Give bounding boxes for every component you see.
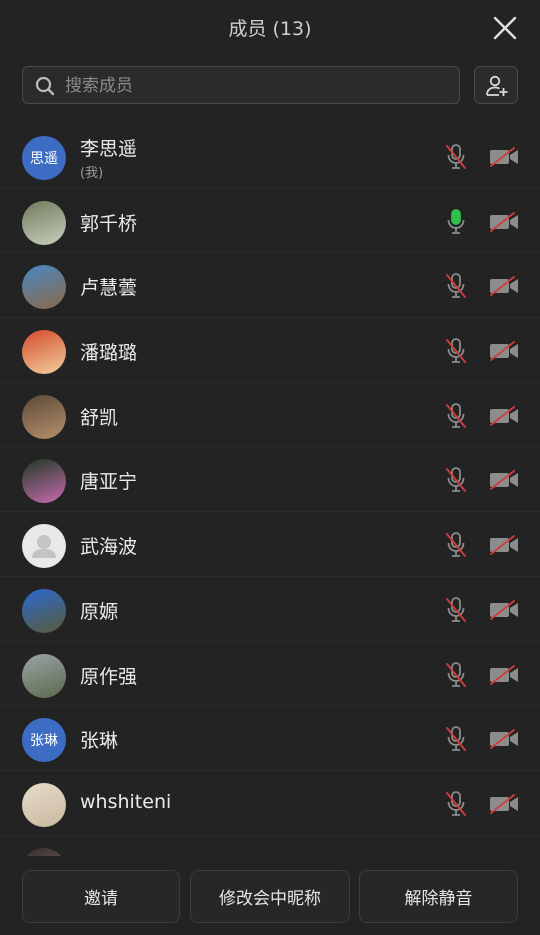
member-name: 卢慧蕓: [80, 277, 138, 300]
avatar: 张琳: [22, 718, 66, 763]
mic-status[interactable]: [444, 790, 468, 818]
member-name: 郭千桥: [80, 212, 138, 235]
mic-muted-icon: [446, 467, 466, 493]
avatar: [22, 653, 66, 698]
member-row[interactable]: 张琳 张琳: [0, 706, 540, 771]
search-input[interactable]: [63, 67, 447, 105]
member-row[interactable]: [0, 836, 540, 856]
mic-status[interactable]: [444, 466, 468, 494]
mic-status[interactable]: [444, 596, 468, 624]
default-avatar-icon: [32, 535, 56, 559]
member-row[interactable]: 潘璐璐: [0, 318, 540, 383]
camera-status[interactable]: [488, 793, 520, 815]
avatar: [22, 782, 66, 827]
camera-off-icon: [490, 664, 518, 685]
mic-status[interactable]: [444, 855, 468, 856]
member-row[interactable]: 唐亚宁: [0, 447, 540, 513]
camera-off-icon: [490, 470, 518, 491]
member-name: 原嫄: [80, 600, 119, 623]
self-tag: (我): [80, 166, 104, 181]
mic-status[interactable]: [444, 531, 468, 559]
mic-status[interactable]: [444, 337, 468, 365]
member-row[interactable]: 原作强: [0, 642, 540, 707]
mic-muted-icon: [446, 338, 466, 363]
add-user-icon: [486, 75, 508, 96]
mic-muted-icon: [446, 726, 466, 752]
member-row[interactable]: 卢慧蕓: [0, 253, 540, 319]
member-row[interactable]: 原嫄: [0, 577, 540, 642]
mic-status[interactable]: [444, 402, 468, 430]
camera-status[interactable]: [488, 275, 520, 297]
mic-status[interactable]: [444, 725, 468, 753]
member-name: 舒凯: [80, 406, 119, 429]
camera-off-icon: [490, 729, 518, 750]
avatar: [22, 524, 66, 569]
mic-active-icon: [447, 208, 465, 234]
header: 成员 (13): [0, 0, 540, 54]
member-row[interactable]: 武海波: [0, 512, 540, 577]
member-row[interactable]: 郭千桥: [0, 189, 540, 254]
member-name: 武海波: [80, 536, 138, 559]
mic-muted-icon: [454, 855, 458, 856]
camera-off-icon: [490, 405, 518, 426]
rename-button[interactable]: 修改会中昵称: [190, 870, 350, 923]
avatar: [22, 330, 66, 375]
mic-status[interactable]: [444, 143, 468, 171]
avatar: [22, 200, 66, 245]
mic-muted-icon: [446, 532, 466, 558]
page-title: 成员 (13): [228, 18, 312, 40]
camera-status[interactable]: [488, 534, 520, 556]
camera-off-icon: [490, 793, 518, 814]
member-row[interactable]: 思遥 李思遥 (我): [0, 124, 540, 189]
camera-off-icon: [490, 341, 518, 361]
mic-muted-icon: [446, 144, 466, 169]
avatar: [22, 265, 66, 310]
member-name: 潘璐璐: [80, 342, 138, 365]
member-name: whshiteni: [80, 790, 172, 813]
mic-status[interactable]: [444, 272, 468, 300]
camera-status[interactable]: [488, 405, 520, 427]
camera-status[interactable]: [488, 469, 520, 491]
mic-status[interactable]: [444, 208, 468, 236]
member-name: 张琳: [80, 730, 119, 753]
mic-muted-icon: [446, 273, 466, 299]
member-list[interactable]: 思遥 李思遥 (我) 郭千桥 卢慧蕓 潘璐璐 舒凯 唐亚宁 武海波 原嫄 原作强…: [0, 124, 540, 856]
avatar: [22, 394, 66, 439]
invite-button[interactable]: 邀请: [22, 870, 180, 923]
add-member-button[interactable]: [474, 66, 518, 104]
avatar: 思遥: [22, 136, 66, 180]
member-row[interactable]: 舒凯: [0, 383, 540, 448]
member-row[interactable]: whshiteni: [0, 771, 540, 836]
camera-status[interactable]: [488, 664, 520, 686]
member-name: 唐亚宁: [80, 471, 138, 494]
avatar: [22, 847, 66, 856]
search-icon: [35, 76, 55, 96]
footer-actions: 邀请 修改会中昵称 解除静音: [0, 858, 540, 935]
avatar: [22, 588, 66, 633]
search-box[interactable]: [22, 66, 460, 105]
mic-muted-icon: [446, 661, 466, 687]
camera-off-icon: [490, 147, 518, 167]
mic-muted-icon: [446, 596, 466, 622]
avatar: [22, 459, 66, 504]
mic-muted-icon: [446, 402, 466, 428]
unmute-all-button[interactable]: 解除静音: [359, 870, 518, 923]
mic-status[interactable]: [444, 661, 468, 689]
close-button[interactable]: [492, 15, 518, 41]
camera-status[interactable]: [488, 211, 520, 233]
close-icon: [493, 16, 517, 40]
camera-status[interactable]: [488, 340, 520, 362]
camera-off-icon: [490, 535, 518, 556]
camera-off-icon: [490, 211, 518, 232]
camera-off-icon: [490, 599, 518, 620]
member-name: 李思遥: [80, 138, 138, 160]
camera-status[interactable]: [488, 146, 520, 168]
member-name: 原作强: [80, 665, 138, 688]
mic-muted-icon: [446, 790, 466, 816]
camera-status[interactable]: [488, 599, 520, 621]
camera-status[interactable]: [488, 728, 520, 750]
camera-off-icon: [490, 276, 518, 297]
